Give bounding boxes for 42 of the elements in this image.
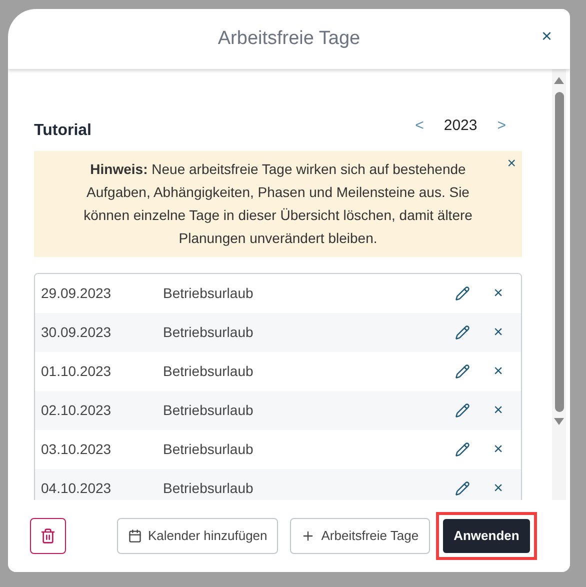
notice-text: Hinweis: Neue arbeitsfreie Tage wirken sich auf bestehende Aufgaben, Abhängigkeiten, Phasen und Meilensteine aus. Sie können einzelne Tage in dieser Übersicht löschen, damit ältere Planungen unverändert bleiben.: [82, 160, 474, 248]
edit-icon[interactable]: [454, 442, 470, 457]
day-date: 30.09.2023: [41, 323, 112, 342]
edit-icon[interactable]: [454, 364, 470, 379]
previous-year-button[interactable]: <: [415, 114, 424, 138]
dialog-title: Arbeitsfreie Tage: [218, 26, 360, 51]
remove-button[interactable]: ×: [494, 438, 503, 462]
remove-button[interactable]: ×: [494, 476, 503, 500]
edit-icon[interactable]: [454, 286, 470, 301]
remove-button[interactable]: ×: [494, 360, 503, 384]
day-label: Betriebsurlaub: [163, 362, 254, 381]
remove-button[interactable]: ×: [494, 320, 503, 344]
day-date: 01.10.2023: [41, 362, 112, 381]
day-label: Betriebsurlaub: [163, 401, 254, 420]
remove-button[interactable]: ×: [494, 282, 503, 306]
trash-icon: [40, 528, 56, 544]
scroll-up-icon[interactable]: [554, 77, 564, 84]
day-date: 02.10.2023: [41, 401, 112, 420]
edit-icon[interactable]: [454, 481, 470, 496]
day-label: Betriebsurlaub: [163, 284, 254, 303]
add-calendar-button[interactable]: Kalender hinzufügen: [117, 518, 278, 554]
day-date: 04.10.2023: [41, 479, 112, 498]
day-label: Betriebsurlaub: [163, 323, 254, 342]
edit-icon[interactable]: [454, 325, 470, 340]
edit-icon[interactable]: [454, 403, 470, 418]
day-label: Betriebsurlaub: [163, 479, 254, 498]
day-date: 29.09.2023: [41, 284, 112, 303]
day-date: 03.10.2023: [41, 440, 112, 459]
scrollbar-thumb[interactable]: [554, 92, 564, 412]
scroll-down-icon[interactable]: [554, 418, 564, 425]
apply-button[interactable]: Anwenden: [442, 519, 530, 553]
close-button[interactable]: ×: [541, 23, 552, 50]
calendar-name: Tutorial: [34, 121, 92, 141]
plus-icon: [301, 529, 316, 543]
year-label: 2023: [444, 116, 478, 136]
calendar-icon: [128, 529, 142, 543]
remove-button[interactable]: ×: [494, 398, 503, 422]
day-label: Betriebsurlaub: [163, 440, 254, 459]
delete-button[interactable]: [30, 518, 66, 554]
next-year-button[interactable]: >: [497, 114, 506, 138]
add-days-button[interactable]: Arbeitsfreie Tage: [290, 518, 430, 554]
notice-close-button[interactable]: ×: [507, 153, 516, 176]
